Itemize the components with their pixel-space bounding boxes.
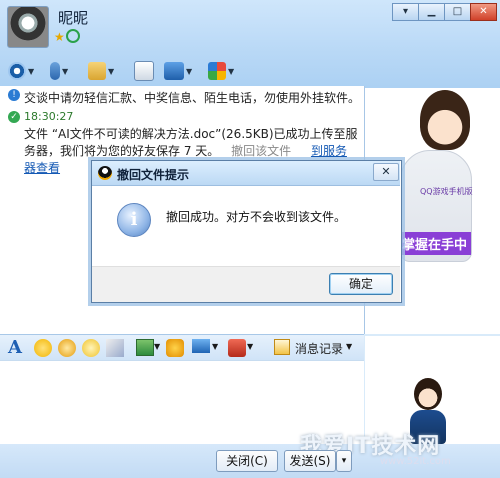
remote-assist-button[interactable]: ▼ (164, 60, 192, 82)
apps-button[interactable]: ▼ (208, 60, 234, 82)
camera-icon (8, 62, 26, 80)
shake-icon[interactable] (82, 339, 100, 357)
star-icon: ★ (54, 30, 65, 44)
chevron-down-icon[interactable]: ▼ (212, 342, 218, 351)
watermark-url: www.52it.com (380, 456, 451, 467)
chevron-down-icon[interactable]: ▼ (346, 342, 352, 351)
voice-call-button[interactable]: ▼ (50, 60, 68, 82)
dialog-title: 撤回文件提示 (117, 168, 190, 182)
check-icon: ✓ (8, 111, 20, 123)
chevron-down-icon: ▼ (62, 66, 69, 76)
video-call-button[interactable]: ▼ (8, 60, 34, 82)
magic-emoji-icon[interactable] (58, 339, 76, 357)
ad-slogan: 掌握在手中 (398, 232, 472, 255)
ad-qq-label: QQ游戏手机版 (420, 187, 473, 196)
emoji-icon[interactable] (34, 339, 52, 357)
send-button[interactable]: 发送(S) (284, 450, 336, 472)
history-icon (274, 339, 290, 355)
message-history-button[interactable]: 消息记录 (295, 340, 343, 357)
apps-grid-icon (208, 62, 226, 80)
security-warning: 交谈中请勿轻信汇款、中奖信息、陌生电话，勿使用外挂软件。 (24, 91, 361, 105)
chevron-down-icon: ▼ (108, 66, 115, 76)
ok-button[interactable]: 确定 (329, 273, 393, 295)
image-icon[interactable] (136, 339, 154, 356)
online-status-icon (66, 29, 80, 43)
folder-icon (88, 62, 106, 80)
maximize-button[interactable]: □ (444, 3, 471, 21)
close-window-button[interactable]: ✕ (470, 3, 497, 21)
dialog-close-button[interactable]: ✕ (373, 163, 399, 181)
chevron-down-icon: ▼ (28, 66, 35, 76)
contact-nickname: 昵昵 (58, 9, 89, 27)
monitor-icon (164, 62, 184, 80)
gift-icon[interactable] (228, 339, 246, 357)
shield-icon: ! (8, 89, 20, 101)
show-character-head (414, 378, 442, 410)
menu-button[interactable]: ▾ (392, 3, 419, 21)
microphone-icon (50, 62, 60, 80)
chevron-down-icon[interactable]: ▼ (247, 342, 253, 351)
music-icon[interactable] (166, 339, 184, 357)
font-icon[interactable]: A (8, 339, 26, 357)
minimize-button[interactable]: ▁ (418, 3, 445, 21)
chevron-down-icon: ▼ (186, 66, 193, 76)
close-button[interactable]: 关闭(C) (216, 450, 278, 472)
file-message-text: 文件 “AI文件不可读的解决方法.doc”(26.5KB)已成功上传至服务器，我… (24, 127, 358, 158)
info-icon: i (117, 203, 151, 237)
create-group-button[interactable] (134, 60, 154, 82)
chevron-down-icon: ▼ (228, 66, 235, 76)
send-options-button[interactable]: ▾ (336, 450, 352, 472)
withdraw-file-link[interactable]: 撤回该文件 (231, 144, 291, 158)
ad-character-image (420, 90, 470, 150)
scribble-icon[interactable] (106, 339, 124, 357)
qq-penguin-icon (98, 166, 112, 180)
chat-plus-icon (134, 61, 154, 81)
message-time: 18:30:27 (24, 110, 74, 123)
send-file-button[interactable]: ▼ (88, 60, 114, 82)
avatar[interactable] (7, 6, 49, 48)
dialog-message: 撤回成功。对方不会收到该文件。 (166, 210, 347, 224)
chevron-down-icon[interactable]: ▼ (154, 342, 160, 351)
screenshot-icon[interactable] (192, 339, 210, 353)
